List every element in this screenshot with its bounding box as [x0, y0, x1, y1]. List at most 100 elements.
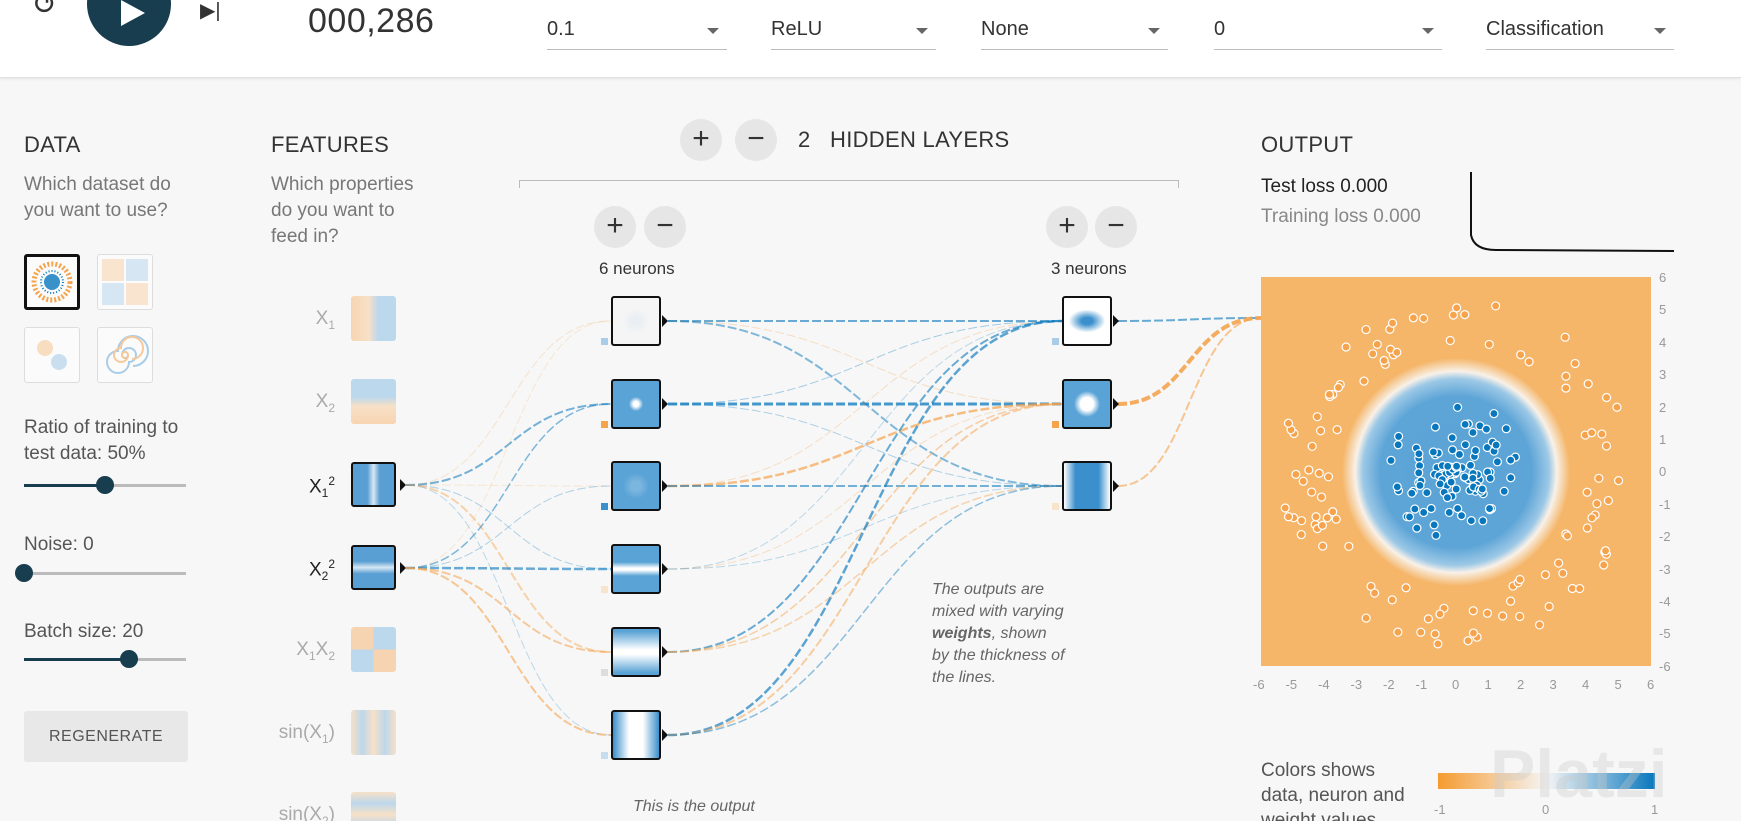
x-tick-label: -1: [1415, 677, 1428, 692]
neuron-output-caret: [662, 398, 668, 410]
orange-data-point: [1311, 512, 1321, 522]
layer1-neuron[interactable]: [611, 710, 661, 760]
neuron-output-caret: [662, 729, 668, 741]
weight-link[interactable]: [667, 320, 1063, 487]
weight-link[interactable]: [667, 320, 1063, 570]
blue-data-point: [1460, 419, 1470, 429]
orange-data-point: [1341, 342, 1351, 352]
orange-data-point: [1601, 392, 1612, 403]
orange-data-point: [1558, 568, 1568, 578]
orange-data-point: [1561, 383, 1571, 393]
orange-data-point: [1600, 546, 1611, 556]
layer2-neuron[interactable]: [1062, 296, 1112, 346]
bias-indicator[interactable]: [1052, 503, 1059, 510]
bias-indicator[interactable]: [601, 421, 608, 428]
blue-data-point: [1481, 424, 1492, 434]
blue-data-point: [1485, 473, 1495, 483]
y-tick-label: 1: [1659, 432, 1667, 447]
blue-data-point: [1478, 516, 1488, 526]
weight-link[interactable]: [405, 320, 612, 486]
orange-data-point: [1323, 472, 1334, 482]
blue-data-point: [1404, 512, 1415, 522]
weight-link[interactable]: [405, 320, 612, 569]
blue-data-point: [1446, 477, 1456, 487]
blue-data-point: [1468, 427, 1478, 438]
blue-data-point: [1429, 520, 1439, 530]
orange-data-point: [1280, 503, 1290, 513]
orange-data-point: [1361, 324, 1371, 335]
orange-data-point: [1387, 318, 1398, 328]
x-tick-label: 4: [1582, 677, 1590, 692]
orange-data-point: [1401, 583, 1411, 593]
orange-data-point: [1307, 487, 1317, 497]
weights-note-line: by the thickness of: [932, 647, 1065, 664]
weight-link[interactable]: [405, 566, 612, 571]
orange-data-point: [1307, 441, 1317, 451]
orange-data-point: [1554, 558, 1564, 568]
blue-data-point: [1426, 503, 1436, 514]
bias-indicator[interactable]: [1052, 338, 1059, 345]
bias-indicator[interactable]: [601, 338, 608, 345]
weight-link[interactable]: [1117, 316, 1262, 406]
orange-data-point: [1328, 507, 1338, 517]
neuron-output-caret: [662, 646, 668, 658]
orange-data-point: [1433, 639, 1443, 649]
blue-data-point: [1460, 440, 1470, 450]
orange-data-point: [1316, 492, 1327, 502]
y-tick-label: 5: [1659, 302, 1667, 318]
legend-line: weight values.: [1261, 810, 1382, 821]
orange-data-point: [1361, 613, 1371, 623]
y-tick-label: -1: [1659, 496, 1671, 512]
layer1-neuron[interactable]: [611, 627, 661, 677]
orange-data-point: [1368, 349, 1378, 359]
orange-data-point: [1601, 441, 1612, 451]
orange-data-point: [1468, 606, 1478, 616]
layer2-neuron[interactable]: [1062, 461, 1112, 511]
orange-data-point: [1445, 335, 1455, 346]
blue-data-point: [1393, 440, 1403, 450]
x-tick-label: 0: [1452, 677, 1460, 692]
blue-data-point: [1435, 479, 1445, 489]
x-tick-label: -5: [1285, 677, 1298, 692]
layer1-neuron[interactable]: [611, 296, 661, 346]
orange-data-point: [1316, 426, 1326, 436]
layer1-neuron[interactable]: [611, 544, 661, 594]
y-tick-label: -5: [1659, 626, 1671, 642]
orange-data-point: [1534, 620, 1545, 630]
blue-data-point: [1460, 472, 1470, 482]
blue-data-point: [1412, 523, 1422, 533]
weight-link[interactable]: [405, 567, 612, 653]
blue-data-point: [1452, 402, 1463, 412]
loss-curve: [1470, 172, 1675, 252]
weight-link[interactable]: [405, 485, 612, 569]
orange-data-point: [1416, 627, 1426, 637]
orange-data-point: [1599, 560, 1609, 570]
bias-indicator[interactable]: [601, 669, 608, 676]
neuron-output-caret: [1113, 398, 1119, 410]
orange-data-point: [1344, 541, 1354, 552]
legend-tick: -1: [1434, 802, 1446, 817]
layer1-neuron[interactable]: [611, 461, 661, 511]
orange-data-point: [1304, 465, 1314, 475]
bias-indicator[interactable]: [601, 752, 608, 759]
legend-line: Colors shows: [1261, 760, 1376, 781]
blue-data-point: [1414, 449, 1424, 459]
orange-data-point: [1452, 303, 1462, 313]
bias-indicator[interactable]: [601, 586, 608, 593]
blue-data-point: [1506, 473, 1516, 483]
blue-data-point: [1415, 480, 1425, 491]
bias-indicator[interactable]: [1052, 421, 1059, 428]
layer2-neuron[interactable]: [1062, 379, 1112, 429]
blue-data-point: [1444, 507, 1454, 518]
neuron-output-caret: [662, 480, 668, 492]
orange-data-point: [1298, 476, 1308, 486]
layer1-neuron[interactable]: [611, 379, 661, 429]
blue-data-point: [1414, 468, 1424, 478]
bias-indicator[interactable]: [601, 503, 608, 510]
orange-data-point: [1314, 468, 1324, 478]
weight-link[interactable]: [405, 567, 612, 736]
weights-note-line: weights, shown: [932, 623, 1092, 645]
orange-data-point: [1318, 541, 1328, 551]
weight-link[interactable]: [1117, 317, 1262, 487]
orange-data-point: [1408, 313, 1418, 323]
